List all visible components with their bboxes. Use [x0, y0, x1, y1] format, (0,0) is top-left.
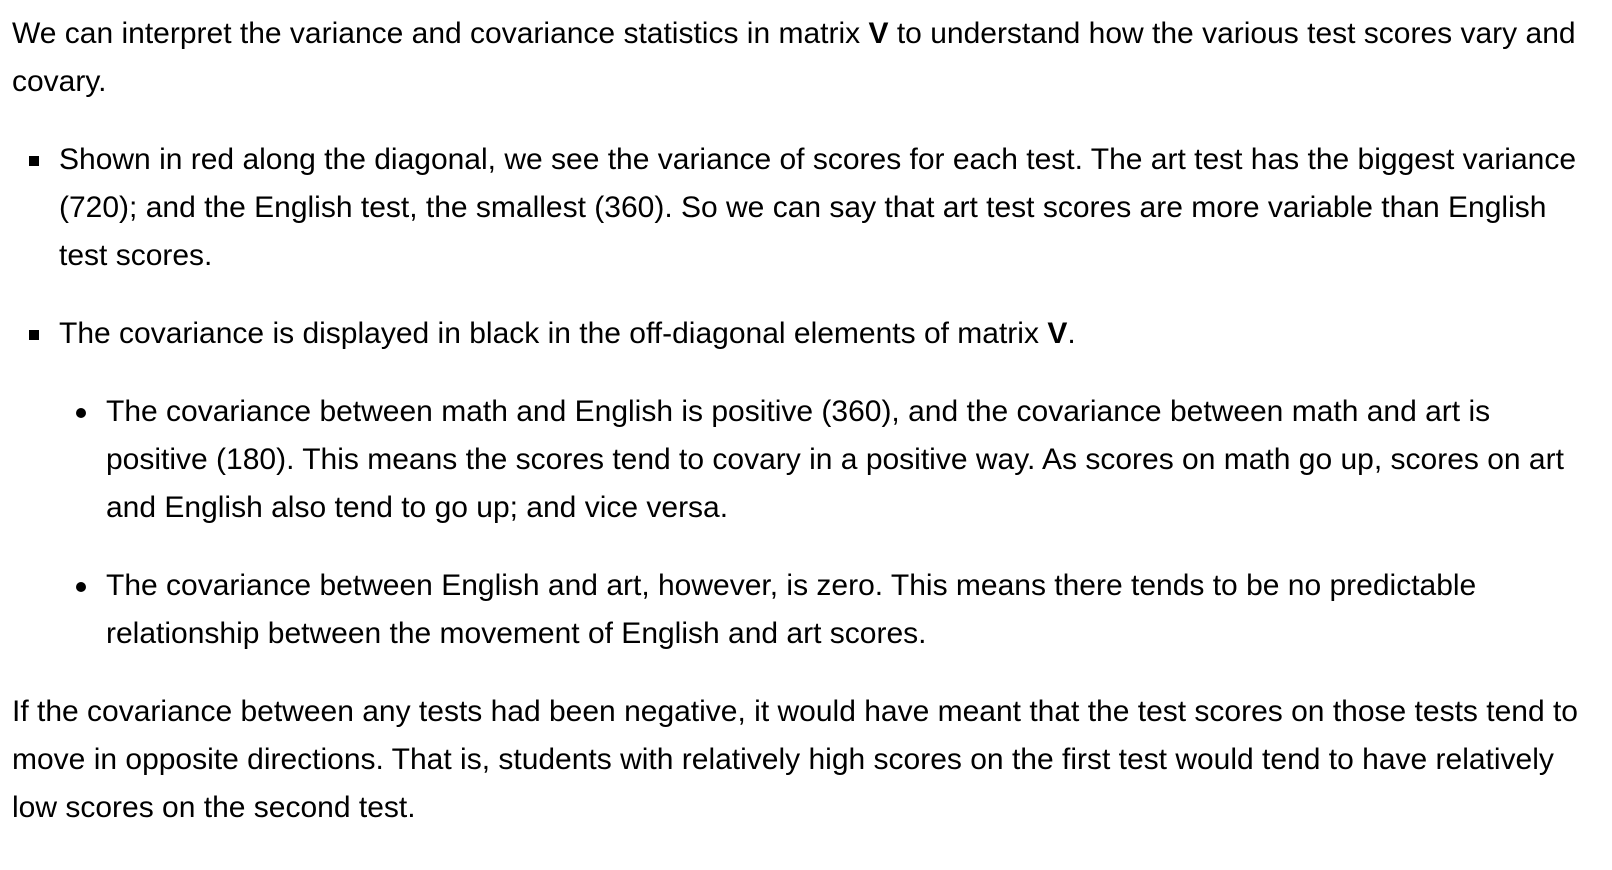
- sub-list-item-zero: The covariance between English and art, …: [59, 562, 1600, 658]
- list-item-covariance: The covariance is displayed in black in …: [12, 310, 1600, 658]
- variance-text: Shown in red along the diagonal, we see …: [59, 143, 1577, 272]
- intro-text-start: We can interpret the variance and covari…: [12, 17, 869, 50]
- document-body: We can interpret the variance and covari…: [0, 0, 1612, 832]
- intro-paragraph: We can interpret the variance and covari…: [12, 10, 1600, 106]
- conclusion-paragraph: If the covariance between any tests had …: [12, 695, 1578, 824]
- sub-bullet-list: The covariance between math and English …: [59, 388, 1600, 658]
- covariance-text-start: The covariance is displayed in black in …: [59, 317, 1048, 350]
- square-bullet-icon: [29, 156, 39, 166]
- disc-bullet-icon: [76, 582, 86, 592]
- square-bullet-icon: [29, 330, 39, 340]
- bullet-list: Shown in red along the diagonal, we see …: [12, 136, 1600, 658]
- sub-list-item-positive: The covariance between math and English …: [59, 388, 1600, 532]
- covariance-text-end: .: [1067, 317, 1076, 350]
- list-item-variance: Shown in red along the diagonal, we see …: [12, 136, 1600, 280]
- matrix-v-label: V: [1047, 317, 1068, 350]
- disc-bullet-icon: [76, 408, 86, 418]
- positive-covariance-text: The covariance between math and English …: [106, 395, 1564, 524]
- zero-covariance-text: The covariance between English and art, …: [106, 569, 1477, 650]
- matrix-v-label: V: [868, 17, 889, 50]
